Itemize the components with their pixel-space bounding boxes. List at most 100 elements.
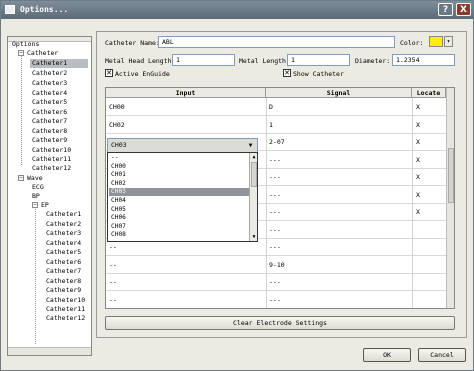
dropdown-option[interactable]: CH05 xyxy=(109,206,249,214)
tree-item[interactable]: Catheter9 xyxy=(32,136,67,145)
help-button[interactable]: ? xyxy=(438,3,453,16)
table-header: Input Signal Locate xyxy=(106,88,446,98)
column-header-signal[interactable]: Signal xyxy=(266,88,412,98)
table-row[interactable]: CH02 1 X xyxy=(106,117,446,134)
tree-guide-line xyxy=(21,55,22,165)
tree-item[interactable]: Catheter8 xyxy=(32,127,67,136)
table-row[interactable]: -- 9-10 xyxy=(106,257,446,274)
tree-item-label: Catheter8 xyxy=(46,277,82,285)
signal-cell[interactable]: --- xyxy=(269,187,281,204)
dropdown-option[interactable]: CH06 xyxy=(109,214,249,222)
scrollbar-thumb[interactable] xyxy=(448,148,454,203)
diameter-field[interactable]: 1.2354 xyxy=(392,54,455,66)
tree-item[interactable]: Catheter2 xyxy=(32,69,67,78)
column-header-locate[interactable]: Locate xyxy=(412,88,446,98)
tree-item[interactable]: Catheter11 xyxy=(32,155,71,164)
tree-item[interactable]: Catheter3 xyxy=(46,229,81,238)
tree-item[interactable]: Catheter7 xyxy=(46,267,81,276)
dropdown-scrollbar[interactable]: ▲ ▼ xyxy=(249,153,257,241)
tree-item[interactable]: Catheter11 xyxy=(46,305,85,314)
dropdown-option[interactable]: CH01 xyxy=(109,171,249,179)
table-row[interactable]: -- --- xyxy=(106,274,446,291)
options-tree[interactable]: Options Catheter − Catheter1 Catheter2 Cathet… xyxy=(7,36,92,356)
color-swatch[interactable] xyxy=(429,36,443,47)
dropdown-option[interactable]: CH02 xyxy=(109,180,249,188)
tree-item[interactable]: Catheter1 xyxy=(30,59,88,68)
tree-item[interactable]: Catheter2 xyxy=(46,220,81,229)
tree-item[interactable]: Catheter6 xyxy=(46,258,81,267)
metal-head-length-field[interactable]: 1 xyxy=(172,54,235,66)
clear-electrode-settings-button[interactable]: Clear Electrode Settings xyxy=(105,316,455,330)
tree-item[interactable]: EP xyxy=(41,201,49,210)
title-bar[interactable]: Options... ? X xyxy=(1,1,473,19)
signal-cell[interactable]: --- xyxy=(269,204,281,221)
tree-item-label: Catheter2 xyxy=(46,220,82,228)
tree-item[interactable]: Catheter10 xyxy=(32,146,71,155)
tree-item[interactable]: Catheter4 xyxy=(32,89,67,98)
tree-item-label: Catheter3 xyxy=(32,79,68,87)
locate-cell: X xyxy=(416,208,420,216)
scroll-down-icon[interactable]: ▼ xyxy=(250,233,257,241)
catheter-name-field[interactable]: ABL xyxy=(158,36,395,48)
signal-cell[interactable]: --- xyxy=(269,222,281,239)
signal-cell[interactable]: 9-10 xyxy=(269,257,285,274)
dropdown-option[interactable]: CH03 xyxy=(109,188,249,197)
tree-item[interactable]: Catheter xyxy=(27,49,58,58)
scrollbar-thumb[interactable] xyxy=(251,162,257,187)
tree-item[interactable]: Catheter8 xyxy=(46,277,81,286)
tree-item[interactable]: Catheter7 xyxy=(32,117,67,126)
cancel-button[interactable]: Cancel xyxy=(418,348,466,362)
ok-button[interactable]: OK xyxy=(363,348,411,362)
dropdown-option[interactable]: CH00 xyxy=(109,163,249,171)
tree-item[interactable]: Catheter4 xyxy=(46,239,81,248)
signal-cell[interactable]: --- xyxy=(269,152,281,169)
tree-item[interactable]: Catheter9 xyxy=(46,286,81,295)
tree-item[interactable]: Catheter3 xyxy=(32,79,67,88)
collapse-icon[interactable]: − xyxy=(32,202,38,208)
tree-item[interactable]: Catheter1 xyxy=(46,210,81,219)
table-vertical-scrollbar[interactable] xyxy=(446,88,454,308)
signal-cell[interactable]: --- xyxy=(269,239,281,256)
tree-item[interactable]: Catheter12 xyxy=(32,164,71,173)
scroll-up-icon[interactable]: ▲ xyxy=(250,153,257,161)
tree-item-label: Catheter1 xyxy=(32,59,68,67)
close-button[interactable]: X xyxy=(456,3,471,16)
tree-item[interactable]: Catheter5 xyxy=(32,98,67,107)
signal-cell[interactable]: --- xyxy=(269,274,281,291)
column-separator xyxy=(266,98,267,308)
tree-item[interactable]: Wave xyxy=(27,174,43,183)
tree-item[interactable]: Catheter10 xyxy=(46,296,85,305)
color-dropdown-button[interactable]: ▾ xyxy=(444,36,453,47)
signal-cell[interactable]: 2-07 xyxy=(269,134,285,151)
signal-cell[interactable]: D xyxy=(269,99,273,116)
input-dropdown-list[interactable]: -- CH00 CH01 CH02 CH03 CH04 CH05 CH06 CH07 CH08 ▲… xyxy=(107,152,258,242)
column-header-input[interactable]: Input xyxy=(106,88,266,98)
signal-cell[interactable]: --- xyxy=(269,169,281,186)
dropdown-option[interactable]: CH08 xyxy=(109,231,249,239)
active-enguide-checkbox[interactable]: ✕ xyxy=(105,69,113,77)
tree-item[interactable]: ECG xyxy=(32,183,44,192)
tree-guide-line xyxy=(35,209,36,344)
tree-item[interactable]: Catheter6 xyxy=(32,108,67,117)
signal-cell[interactable]: --- xyxy=(269,292,281,309)
input-combobox[interactable]: CH03 ▼ xyxy=(107,138,258,153)
tree-item[interactable]: Options xyxy=(12,40,39,49)
dropdown-option[interactable]: -- xyxy=(109,154,249,162)
tree-item-label: Catheter9 xyxy=(32,136,68,144)
show-catheter-checkbox[interactable]: ✕ xyxy=(283,69,291,77)
table-row[interactable]: CH00 D X xyxy=(106,99,446,116)
tree-item[interactable]: BP xyxy=(32,192,40,201)
dropdown-option[interactable]: CH07 xyxy=(109,223,249,231)
collapse-icon[interactable]: − xyxy=(18,175,24,181)
chevron-down-icon[interactable]: ▼ xyxy=(245,140,256,151)
signal-cell[interactable]: 1 xyxy=(269,117,273,134)
input-cell: CH02 xyxy=(109,120,125,129)
tree-horizontal-scrollbar[interactable] xyxy=(8,347,91,355)
dropdown-option[interactable]: CH04 xyxy=(109,197,249,205)
table-row[interactable]: -- --- xyxy=(106,292,446,309)
tree-item-label: Catheter6 xyxy=(32,108,68,116)
metal-length-label: Metal Length: xyxy=(239,57,290,65)
metal-length-field[interactable]: 1 xyxy=(287,54,350,66)
tree-item[interactable]: Catheter12 xyxy=(46,314,85,323)
tree-item[interactable]: Catheter5 xyxy=(46,248,81,257)
